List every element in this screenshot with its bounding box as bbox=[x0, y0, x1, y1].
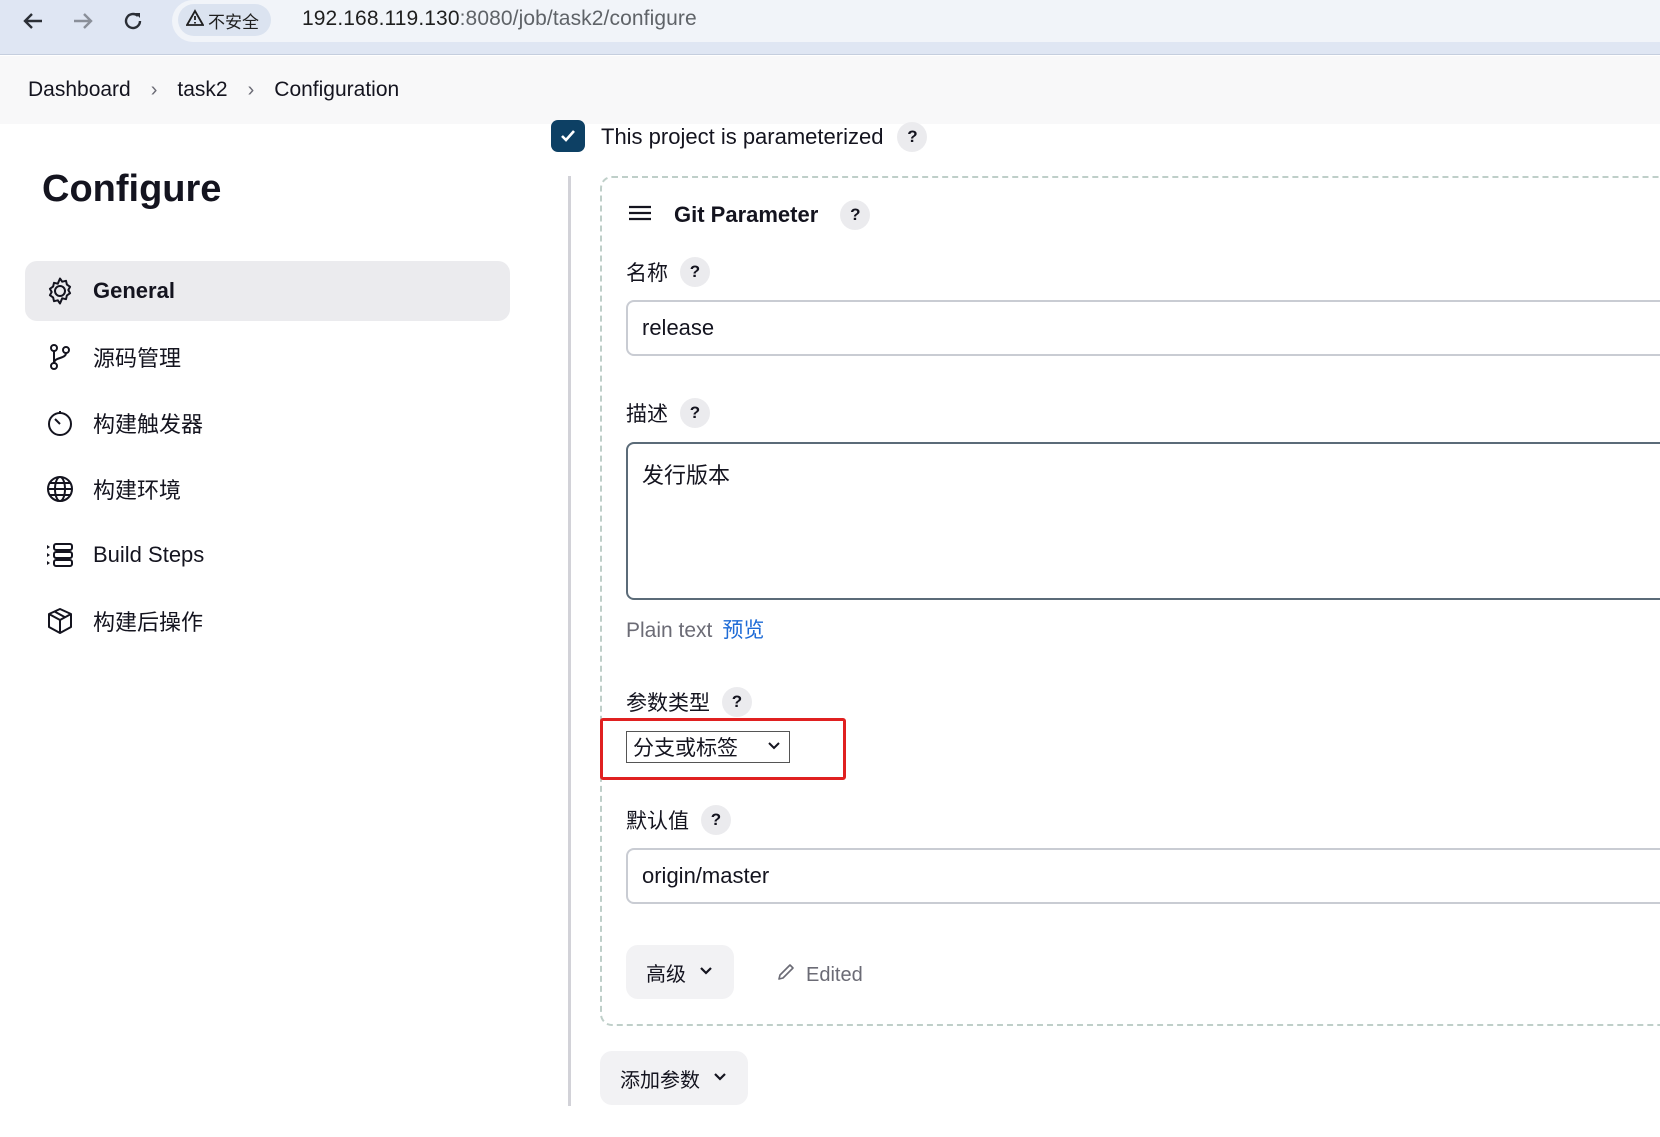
default-value-label-text: 默认值 bbox=[626, 810, 689, 833]
plain-text-label: Plain text bbox=[626, 619, 713, 642]
add-parameter-button[interactable]: 添加参数 bbox=[600, 1051, 748, 1105]
sidebar-item-build-steps[interactable]: Build Steps bbox=[25, 525, 510, 585]
default-value-input[interactable]: origin/master bbox=[626, 848, 1660, 904]
chevron-down-icon bbox=[712, 1067, 728, 1090]
drag-handle-icon[interactable] bbox=[628, 204, 652, 227]
warning-icon bbox=[185, 8, 205, 32]
help-icon[interactable]: ? bbox=[701, 805, 731, 835]
pencil-icon bbox=[776, 962, 796, 988]
parameter-type-label-text: 参数类型 bbox=[626, 692, 710, 715]
parameter-type-select[interactable]: 分支或标签 bbox=[626, 731, 790, 763]
breadcrumb-dashboard[interactable]: Dashboard bbox=[28, 78, 131, 102]
chevron-down-icon bbox=[698, 961, 714, 984]
parameterized-label: This project is parameterized ? bbox=[601, 122, 928, 152]
name-label: 名称 ? bbox=[626, 257, 710, 287]
breadcrumb-task2[interactable]: task2 bbox=[177, 78, 227, 102]
security-chip[interactable]: 不安全 bbox=[178, 4, 271, 36]
chevron-right-icon: › bbox=[247, 78, 255, 101]
page-title: Configure bbox=[42, 168, 222, 210]
url-path: :8080/job/task2/configure bbox=[459, 7, 697, 30]
sidebar-item-label: 构建环境 bbox=[93, 478, 182, 503]
sidebar-item-post-build[interactable]: 构建后操作 bbox=[25, 591, 510, 651]
sidebar-item-label: 构建后操作 bbox=[93, 610, 204, 635]
git-branch-icon bbox=[43, 340, 77, 374]
sidebar-item-label: Build Steps bbox=[93, 542, 205, 567]
format-row: Plain text 预览 bbox=[626, 614, 764, 644]
preview-link[interactable]: 预览 bbox=[722, 619, 764, 642]
default-value-label: 默认值 ? bbox=[626, 805, 731, 835]
advanced-button[interactable]: 高级 bbox=[626, 945, 734, 999]
url-text[interactable]: 192.168.119.130:8080/job/task2/configure bbox=[302, 7, 697, 31]
sidebar-item-build-triggers[interactable]: 构建触发器 bbox=[25, 393, 510, 453]
gear-icon bbox=[43, 274, 77, 308]
url-host: 192.168.119.130 bbox=[302, 7, 460, 30]
browser-toolbar: 不安全 192.168.119.130:8080/job/task2/confi… bbox=[0, 0, 1660, 55]
description-textarea[interactable]: 发行版本 bbox=[626, 442, 1660, 600]
parameter-type-label: 参数类型 ? bbox=[626, 687, 752, 717]
help-icon[interactable]: ? bbox=[680, 398, 710, 428]
breadcrumb: Dashboard › task2 › Configuration bbox=[0, 56, 1660, 124]
git-parameter-header: Git Parameter ? bbox=[628, 200, 871, 230]
forward-icon[interactable] bbox=[68, 6, 98, 36]
advanced-label: 高级 bbox=[646, 963, 686, 986]
sidebar-item-general[interactable]: General bbox=[25, 261, 510, 321]
description-label-text: 描述 bbox=[626, 403, 668, 426]
help-icon[interactable]: ? bbox=[840, 200, 871, 230]
parameterized-checkbox[interactable] bbox=[551, 120, 585, 152]
git-parameter-title: Git Parameter bbox=[674, 202, 819, 227]
chevron-right-icon: › bbox=[150, 78, 158, 101]
reload-icon[interactable] bbox=[118, 6, 148, 36]
sidebar-item-label: 构建触发器 bbox=[93, 412, 204, 437]
parameter-type-value: 分支或标签 bbox=[633, 737, 738, 760]
parameterized-text: This project is parameterized bbox=[601, 124, 884, 149]
help-icon[interactable]: ? bbox=[680, 257, 710, 287]
help-icon[interactable]: ? bbox=[897, 122, 928, 152]
breadcrumb-configuration[interactable]: Configuration bbox=[274, 78, 399, 102]
back-icon[interactable] bbox=[18, 6, 48, 36]
security-label: 不安全 bbox=[208, 12, 259, 32]
timer-icon bbox=[43, 406, 77, 440]
add-parameter-label: 添加参数 bbox=[620, 1069, 700, 1092]
name-input[interactable]: release bbox=[626, 300, 1660, 356]
sidebar-item-source-control[interactable]: 源码管理 bbox=[25, 327, 510, 387]
chevron-down-icon bbox=[767, 734, 781, 763]
edited-indicator: Edited bbox=[776, 962, 863, 988]
name-label-text: 名称 bbox=[626, 262, 668, 285]
globe-icon bbox=[43, 472, 77, 506]
sidebar-item-label: General bbox=[93, 278, 175, 303]
description-label: 描述 ? bbox=[626, 398, 710, 428]
list-icon bbox=[43, 538, 77, 572]
help-icon[interactable]: ? bbox=[722, 687, 752, 717]
sidebar-item-label: 源码管理 bbox=[93, 346, 182, 371]
edited-label: Edited bbox=[806, 963, 863, 986]
sidebar-divider bbox=[568, 176, 571, 1106]
sidebar-item-build-environment[interactable]: 构建环境 bbox=[25, 459, 510, 519]
package-icon bbox=[43, 604, 77, 638]
